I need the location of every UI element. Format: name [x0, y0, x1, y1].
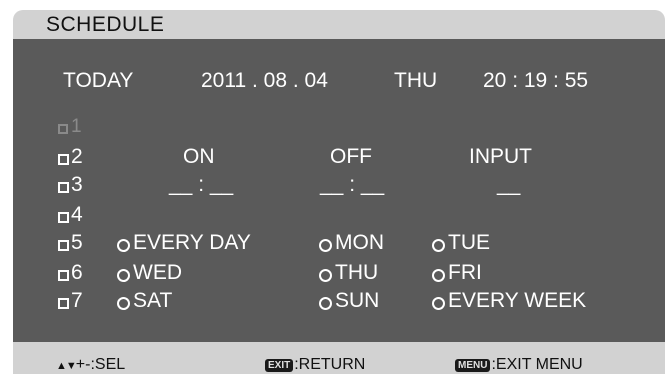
today-weekday: THU — [394, 69, 438, 92]
slot-checkbox[interactable] — [58, 240, 69, 251]
slot-number: 5 — [71, 231, 83, 254]
slot-number: 2 — [71, 145, 83, 168]
return-hint: EXIT:RETURN — [265, 356, 365, 374]
schedule-osd: SCHEDULE TODAY 2011 . 08 . 04 THU 20 : 1… — [13, 0, 665, 374]
radio-circle-icon[interactable] — [117, 239, 130, 252]
radio-circle-icon[interactable] — [319, 269, 332, 282]
option-label: TUE — [448, 231, 490, 254]
radio-circle-icon[interactable] — [117, 297, 130, 310]
page-title: SCHEDULE — [46, 13, 165, 36]
today-date: 2011 . 08 . 04 — [201, 69, 328, 92]
option-label: MON — [335, 231, 384, 254]
exit-menu-hint: MENU:EXIT MENU — [455, 356, 583, 374]
slot-checkbox[interactable] — [58, 124, 68, 134]
option-label: SUN — [335, 289, 380, 312]
menu-key-icon: MENU — [455, 359, 491, 372]
return-hint-text: :RETURN — [294, 356, 366, 373]
input-column-header: INPUT — [469, 145, 532, 168]
off-time-field[interactable]: __ : __ — [320, 173, 384, 197]
option-label: FRI — [448, 261, 482, 284]
today-time: 20 : 19 : 55 — [483, 69, 589, 92]
slot-number: 6 — [71, 261, 83, 284]
option-label: EVERY WEEK — [448, 289, 587, 312]
slot-checkbox[interactable] — [58, 182, 69, 193]
slot-number: 7 — [71, 289, 83, 312]
option-label: WED — [133, 261, 182, 284]
today-label: TODAY — [63, 69, 134, 92]
radio-circle-icon[interactable] — [319, 297, 332, 310]
on-column-header: ON — [183, 145, 215, 168]
slot-number: 3 — [71, 173, 83, 196]
schedule-panel: TODAY 2011 . 08 . 04 THU 20 : 19 : 55 1 … — [13, 39, 665, 342]
footer-bar: ▲▼+-:SEL EXIT:RETURN MENU:EXIT MENU — [13, 342, 665, 374]
radio-circle-icon[interactable] — [432, 239, 445, 252]
option-label: THU — [335, 261, 379, 284]
option-label: SAT — [133, 289, 173, 312]
exit-key-icon: EXIT — [265, 359, 294, 372]
radio-circle-icon[interactable] — [432, 269, 445, 282]
exit-menu-hint-text: :EXIT MENU — [491, 356, 583, 373]
input-source-field[interactable]: __ — [497, 173, 520, 197]
radio-circle-icon[interactable] — [117, 269, 130, 282]
slot-number: 1 — [71, 116, 82, 137]
up-down-arrow-icon: ▲▼ — [56, 360, 77, 372]
slot-checkbox[interactable] — [58, 298, 69, 309]
slot-checkbox[interactable] — [58, 270, 69, 281]
slot-number: 4 — [71, 203, 83, 226]
slot-checkbox[interactable] — [58, 154, 69, 165]
on-time-field[interactable]: __ : __ — [169, 173, 233, 197]
option-label: EVERY DAY — [133, 231, 251, 254]
off-column-header: OFF — [330, 145, 372, 168]
select-hint-text: +-:SEL — [75, 356, 126, 373]
title-bar: SCHEDULE — [13, 10, 665, 39]
select-hint: ▲▼+-:SEL — [56, 356, 125, 374]
radio-circle-icon[interactable] — [432, 297, 445, 310]
slot-checkbox[interactable] — [58, 212, 69, 223]
radio-circle-icon[interactable] — [319, 239, 332, 252]
